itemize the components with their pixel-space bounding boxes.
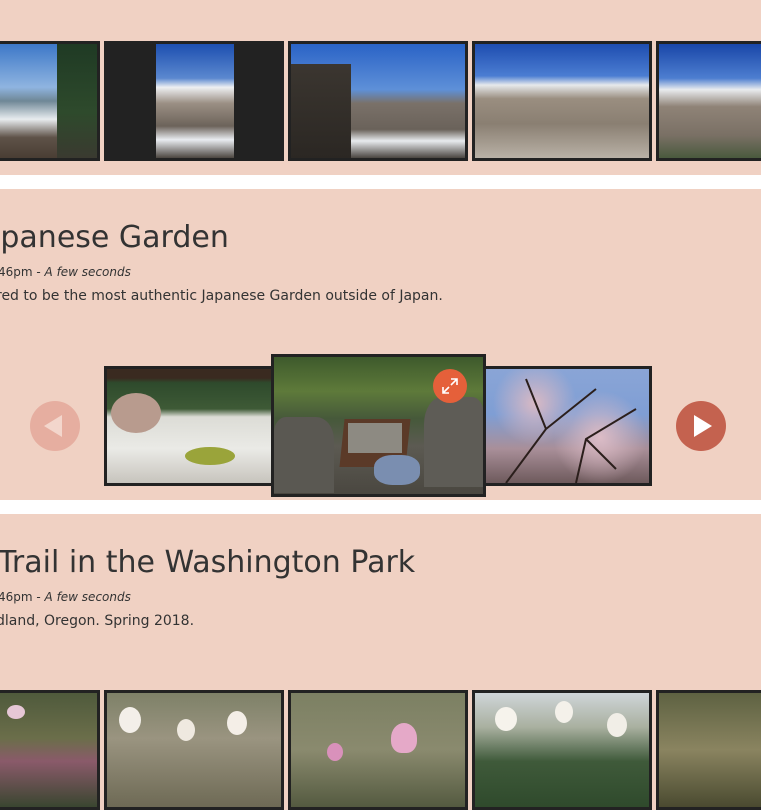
photo-thumb[interactable] [0,690,100,810]
carousel-next-button[interactable] [676,401,726,451]
section-divider [0,500,761,514]
bottom-photo-strip [0,690,761,810]
chevron-right-icon [694,415,712,437]
album-meta: 46pm - A few seconds [0,265,131,279]
photo-thumb[interactable] [0,41,100,161]
chevron-left-icon [44,415,62,437]
section-divider [0,175,761,189]
album-duration: A few seconds [44,265,131,279]
carousel-photo[interactable] [483,366,652,486]
expand-icon [442,378,458,394]
album-meta: 46pm - A few seconds [0,590,131,604]
photo-thumb[interactable] [104,690,284,810]
album-title[interactable]: apanese Garden [0,220,229,255]
expand-button[interactable] [433,369,467,403]
top-photo-strip [0,41,761,161]
photo-thumb[interactable] [656,690,761,810]
album-time: 46pm - [0,590,45,604]
album-duration: A few seconds [44,590,131,604]
photo-thumb[interactable] [104,41,284,161]
carousel-photo[interactable] [104,366,274,486]
carousel-prev-button[interactable] [30,401,80,451]
album-time: 46pm - [0,265,45,279]
album-title[interactable]: Trail in the Washington Park [0,545,415,580]
photo-thumb[interactable] [656,41,761,161]
photo-thumb[interactable] [288,41,468,161]
photo-thumb[interactable] [472,690,652,810]
album-description: dland, Oregon. Spring 2018. [0,613,195,629]
album-description: red to be the most authentic Japanese Ga… [0,288,443,304]
photo-thumb[interactable] [288,690,468,810]
photo-thumb[interactable] [472,41,652,161]
